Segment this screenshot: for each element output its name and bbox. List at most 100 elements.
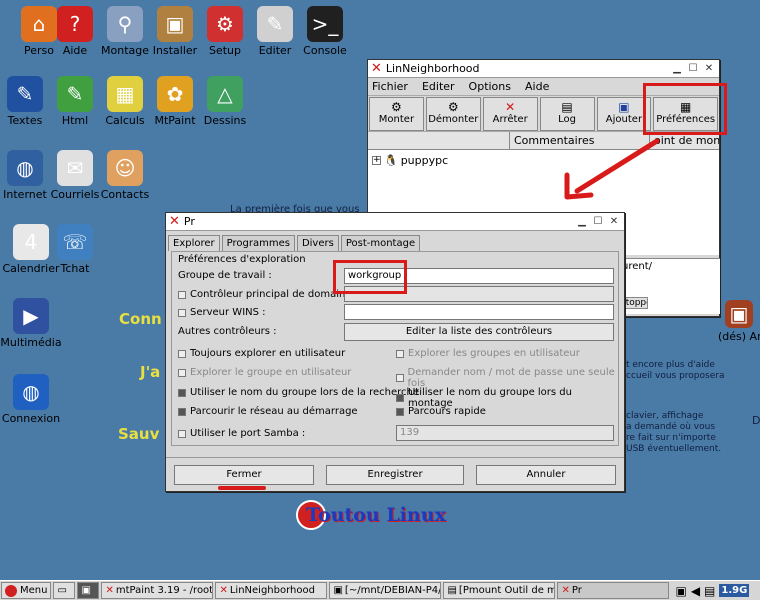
draw-icon: △: [207, 76, 243, 112]
log-button[interactable]: ▤ Log: [539, 97, 595, 131]
menu-button[interactable]: Menu: [1, 582, 52, 599]
log-icon: ▤: [561, 100, 573, 114]
menu-aide[interactable]: Aide: [525, 80, 549, 93]
annuler-button[interactable]: Annuler: [476, 465, 616, 485]
enregistrer-button[interactable]: Enregistrer: [326, 465, 464, 485]
samba-port-field: 139: [396, 425, 614, 441]
desktop-icon-multim-dia[interactable]: ▶ Multimédia: [0, 298, 66, 349]
mail-icon: ✉: [57, 150, 93, 186]
task-mtpaint[interactable]: ✕ mtPaint 3.19 - /root/: [101, 582, 214, 599]
edit-controllers-button[interactable]: Editer la liste des contrôleurs: [344, 323, 614, 341]
annotation-box-workgroup: [333, 260, 407, 294]
monter-button[interactable]: ⚙ Monter: [369, 97, 424, 131]
samba-port-row[interactable]: Utiliser le port Samba :: [178, 428, 305, 439]
fermer-button[interactable]: Fermer: [174, 465, 314, 485]
minimize-icon[interactable]: ▁: [670, 62, 684, 76]
contacts-icon: ☺: [107, 150, 143, 186]
desktop-icon-connexion[interactable]: ◍ Connexion: [0, 374, 66, 425]
group-name-mount-checkbox[interactable]: [396, 394, 404, 402]
window-title: LinNeighborhood: [385, 62, 480, 75]
desktop-icon-tchat[interactable]: ☏ Tchat: [40, 224, 110, 275]
setup-icon: ⚙: [207, 6, 243, 42]
workgroup-label: Groupe de travail :: [178, 270, 272, 281]
always-user-checkbox[interactable]: [178, 349, 186, 358]
show-desktop-icon[interactable]: ▭: [53, 582, 76, 599]
menu-options[interactable]: Options: [469, 80, 511, 93]
quick-browse-checkbox[interactable]: [396, 407, 404, 416]
puppy-menu-icon: [5, 584, 17, 597]
primary-controller-row[interactable]: Contrôleur principal de domaine: [178, 289, 352, 300]
volume-icon[interactable]: ◀: [691, 584, 700, 598]
package-icon: ▣: [725, 300, 753, 328]
browse-startup-row[interactable]: Parcourir le réseau au démarrage: [178, 406, 358, 417]
x-logo-icon: ✕: [105, 585, 114, 596]
package-icon: ▣: [157, 6, 193, 42]
other-controllers-label: Autres contrôleurs :: [178, 326, 277, 337]
tab-explorer[interactable]: Explorer: [168, 235, 220, 251]
bg-text-clavier-3: re fait sur n'importe: [626, 433, 716, 443]
maximize-icon[interactable]: ☐: [591, 215, 605, 229]
desktop-icon-console[interactable]: >_ Console: [290, 6, 360, 57]
ask-once-checkbox: [396, 374, 404, 382]
annotation-box-preferences: [643, 83, 727, 135]
memory-indicator: 1.9G: [719, 584, 750, 597]
task-prefs[interactable]: ✕ Pr: [557, 582, 670, 599]
drive-icon[interactable]: ▤: [704, 584, 715, 598]
window-switch-icon[interactable]: ▣: [77, 582, 100, 599]
dialog-title: Pr: [183, 215, 195, 228]
quick-browse-row[interactable]: Parcours rapide: [396, 406, 486, 417]
preferences-dialog: ✕ Pr ▁ ☐ ✕ Explorer Programmes Divers Po…: [165, 212, 625, 492]
stop-icon: ✕: [505, 100, 516, 114]
always-user-row[interactable]: Toujours explorer en utilisateur: [178, 348, 345, 359]
samba-port-checkbox[interactable]: [178, 429, 186, 438]
preferences-titlebar[interactable]: ✕ Pr ▁ ☐ ✕: [166, 213, 624, 231]
group-name-search-row[interactable]: Utiliser le nom du groupe lors de la rec…: [178, 387, 419, 398]
calc-icon: ▦: [107, 76, 143, 112]
connection-icon: ◍: [13, 374, 49, 410]
group-user-row: Explorer le groupe en utilisateur: [178, 367, 351, 378]
close-icon[interactable]: ✕: [702, 62, 716, 76]
group-name-search-checkbox[interactable]: [178, 388, 186, 397]
desktop-icon-contacts[interactable]: ☺ Contacts: [90, 150, 160, 201]
text-icon: ✎: [7, 76, 43, 112]
x-logo-icon: ✕: [561, 585, 570, 596]
group-user-checkbox: [178, 368, 186, 377]
tab-post-montage[interactable]: Post-montage: [340, 235, 421, 251]
linneighborhood-titlebar[interactable]: ✕ LinNeighborhood ▁ ☐ ✕: [368, 60, 719, 78]
primary-controller-checkbox[interactable]: [178, 290, 186, 299]
desktop: ⌂ Perso? Aide ⚲ Montage ▣ Installer ⚙ Setup ✎ Edit…: [0, 0, 760, 580]
menu-fichier[interactable]: Fichier: [372, 80, 408, 93]
minimize-icon[interactable]: ▁: [575, 215, 589, 229]
taskbar: Menu ▭ ▣ ✕ mtPaint 3.19 - /root/ ✕ LinNeig…: [0, 580, 760, 600]
wins-row[interactable]: Serveur WINS :: [178, 307, 266, 318]
task-terminal[interactable]: ▣ [~/mnt/DEBIAN-P4/l: [329, 582, 442, 599]
bg-text-aide-2: ccueil vous proposera: [626, 371, 725, 381]
bg-text-right-d: D: [752, 414, 760, 427]
bg-text-sauv: Sauv: [118, 425, 160, 443]
desktop-icon-partial-right[interactable]: ▣ (dés) Ar: [718, 300, 760, 343]
wins-input[interactable]: [344, 304, 614, 320]
bg-text-clavier-4: USB éventuellement.: [626, 444, 722, 454]
network-icon[interactable]: ▣: [675, 584, 686, 598]
bg-text-aide-1: t encore plus d'aide: [626, 360, 715, 370]
arreter-button[interactable]: ✕ Arrêter: [482, 97, 538, 131]
desktop-icon-dessins[interactable]: △ Dessins: [190, 76, 260, 127]
tab-programmes[interactable]: Programmes: [221, 235, 295, 251]
browse-startup-checkbox[interactable]: [178, 407, 186, 416]
task-linneighborhood[interactable]: ✕ LinNeighborhood: [215, 582, 328, 599]
demonter-button[interactable]: ⚙ Démonter: [425, 97, 481, 131]
menu-editer[interactable]: Editer: [422, 80, 455, 93]
task-pmount[interactable]: ▤ [Pmount Outil de m: [443, 582, 556, 599]
column-name[interactable]: [368, 132, 510, 149]
bg-text-clavier-2: a demandé où vous: [626, 422, 716, 432]
tab-divers[interactable]: Divers: [296, 235, 339, 251]
wins-checkbox[interactable]: [178, 308, 186, 317]
close-icon[interactable]: ✕: [607, 215, 621, 229]
maximize-icon[interactable]: ☐: [686, 62, 700, 76]
usb-icon: ⚲: [107, 6, 143, 42]
groups-user-checkbox: [396, 349, 404, 358]
globe-icon: ◍: [7, 150, 43, 186]
pmount-icon: ▤: [447, 585, 457, 596]
x-logo-icon: ✕: [219, 585, 228, 596]
expand-icon[interactable]: +: [372, 156, 381, 165]
